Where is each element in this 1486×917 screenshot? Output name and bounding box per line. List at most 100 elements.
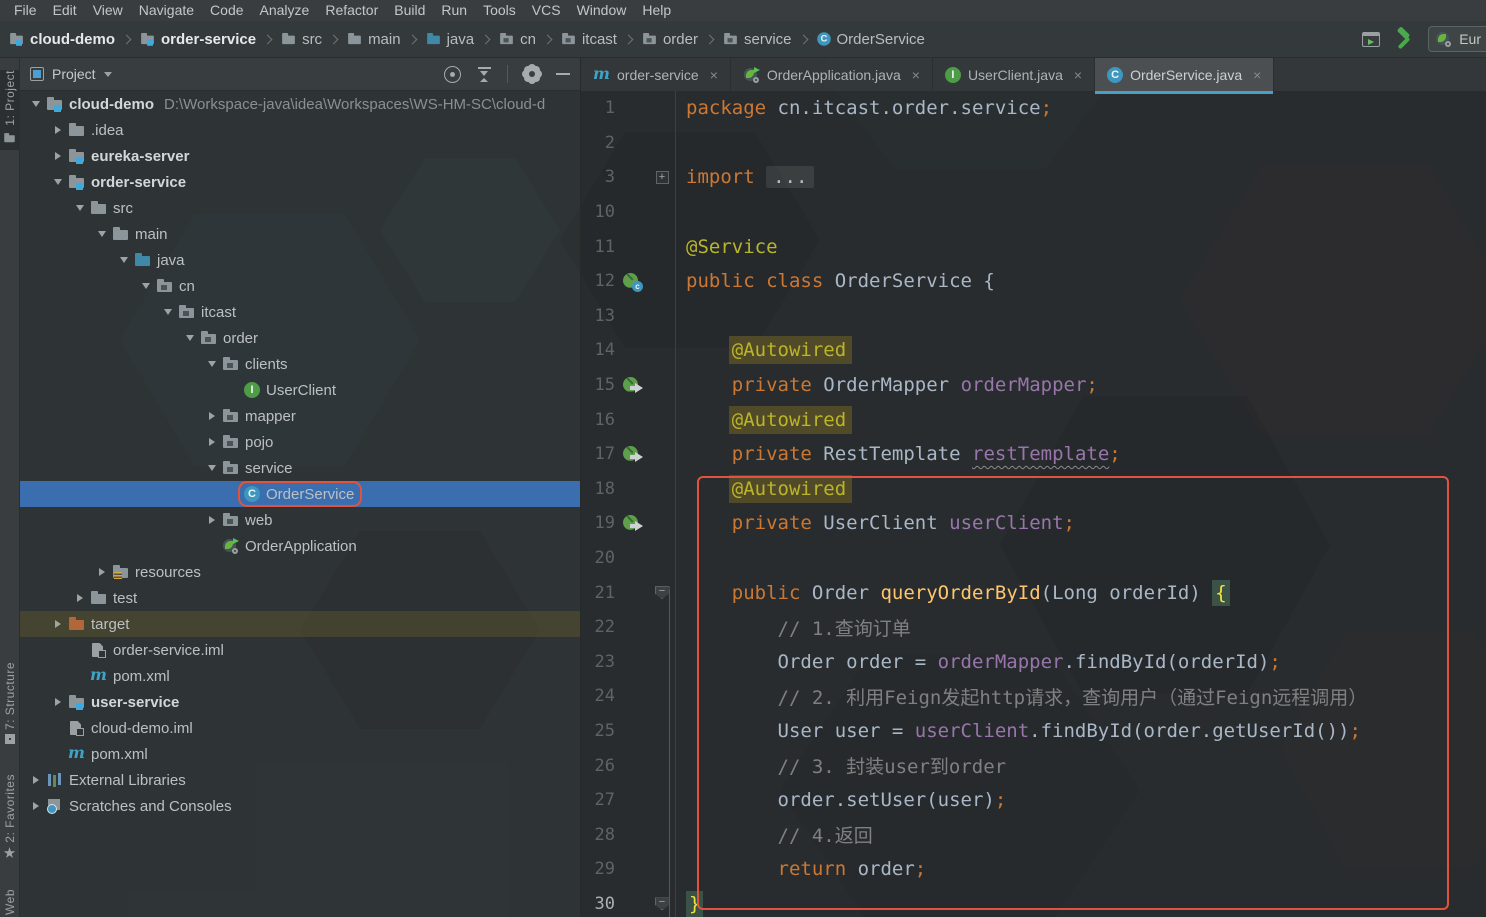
locate-icon[interactable] bbox=[444, 65, 461, 83]
tree-arrow[interactable] bbox=[202, 438, 222, 446]
breadcrumb-item-main[interactable]: main bbox=[346, 31, 401, 48]
autowired-gutter-icon[interactable] bbox=[623, 377, 643, 394]
tree-row-pojo[interactable]: pojo bbox=[20, 429, 580, 455]
tree-row-java[interactable]: java bbox=[20, 247, 580, 273]
tree-row-order-service-iml[interactable]: order-service.iml bbox=[20, 637, 580, 663]
tree-arrow[interactable] bbox=[48, 126, 68, 134]
fold-expand-icon[interactable]: + bbox=[655, 170, 669, 184]
tree-arrow[interactable] bbox=[92, 568, 112, 576]
code-editor[interactable]: 1 package cn.itcast.order.service; 2 3 + impo… bbox=[580, 91, 1486, 917]
tool-button-7-structure[interactable]: 7: Structure bbox=[0, 662, 19, 748]
tree-row-service[interactable]: service bbox=[20, 455, 580, 481]
tab-orderservice-java[interactable]: C OrderService.java × bbox=[1095, 58, 1275, 94]
menu-item-tools[interactable]: Tools bbox=[475, 0, 524, 21]
tree-row-cloud-demo-iml[interactable]: cloud-demo.iml bbox=[20, 715, 580, 741]
collapse-all-icon[interactable] bbox=[477, 66, 493, 82]
breadcrumb-item-order[interactable]: order bbox=[641, 31, 698, 48]
tree-arrow[interactable] bbox=[158, 309, 178, 315]
tree-arrow[interactable] bbox=[48, 620, 68, 628]
breadcrumb-item-orderservice[interactable]: C OrderService bbox=[816, 31, 925, 48]
tree-arrow[interactable] bbox=[26, 802, 46, 810]
menu-item-help[interactable]: Help bbox=[634, 0, 679, 21]
autowired-gutter-icon[interactable] bbox=[623, 515, 643, 532]
tree-arrow[interactable] bbox=[202, 465, 222, 471]
menu-item-navigate[interactable]: Navigate bbox=[131, 0, 202, 21]
tab-userclient-java[interactable]: I UserClient.java × bbox=[933, 58, 1096, 91]
menu-item-window[interactable]: Window bbox=[569, 0, 635, 21]
hide-panel-icon[interactable] bbox=[556, 73, 570, 75]
chevron-down-icon[interactable] bbox=[103, 71, 112, 77]
tree-row-order[interactable]: order bbox=[20, 325, 580, 351]
menu-item-file[interactable]: File bbox=[6, 0, 45, 21]
tree-row-scratches-and-consoles[interactable]: Scratches and Consoles bbox=[20, 793, 580, 819]
tree-arrow[interactable] bbox=[180, 335, 200, 341]
tree-arrow[interactable] bbox=[48, 152, 68, 160]
tree-row-main[interactable]: main bbox=[20, 221, 580, 247]
menu-item-code[interactable]: Code bbox=[202, 0, 251, 21]
tree-arrow[interactable] bbox=[26, 776, 46, 784]
tree-row-clients[interactable]: clients bbox=[20, 351, 580, 377]
tab-orderapplication-java[interactable]: OrderApplication.java × bbox=[731, 58, 933, 91]
fold-collapse-icon[interactable]: − bbox=[654, 897, 670, 911]
tree-row-external-libraries[interactable]: External Libraries bbox=[20, 767, 580, 793]
menu-item-build[interactable]: Build bbox=[386, 0, 433, 21]
tool-button-1-project[interactable]: 1: Project bbox=[0, 70, 19, 150]
menu-item-edit[interactable]: Edit bbox=[45, 0, 85, 21]
breadcrumb-item-src[interactable]: src bbox=[280, 31, 322, 48]
menu-item-vcs[interactable]: VCS bbox=[524, 0, 569, 21]
tool-button-2-favorites[interactable]: 2: Favorites bbox=[0, 774, 19, 863]
tool-button-web[interactable]: Web bbox=[0, 889, 19, 915]
close-icon[interactable]: × bbox=[1253, 67, 1261, 83]
tree-arrow[interactable] bbox=[202, 412, 222, 420]
tree-row-web[interactable]: web bbox=[20, 507, 580, 533]
tree-row-cloud-demo[interactable]: cloud-demo D:\Workspace-java\idea\Workspa… bbox=[20, 91, 580, 117]
tree-row-idea[interactable]: .idea bbox=[20, 117, 580, 143]
tree-row-pom-xml[interactable]: m pom.xml bbox=[20, 663, 580, 689]
tree-row-userclient[interactable]: I UserClient bbox=[20, 377, 580, 403]
menu-item-refactor[interactable]: Refactor bbox=[317, 0, 386, 21]
menu-item-run[interactable]: Run bbox=[433, 0, 475, 21]
close-icon[interactable]: × bbox=[1074, 67, 1082, 83]
gear-icon[interactable] bbox=[524, 66, 540, 82]
breadcrumb-item-cloud-demo[interactable]: cloud-demo bbox=[8, 31, 115, 48]
tree-row-test[interactable]: test bbox=[20, 585, 580, 611]
autowired-gutter-icon[interactable] bbox=[623, 446, 643, 463]
tree-arrow[interactable] bbox=[26, 101, 46, 107]
tree-row-pom-xml[interactable]: m pom.xml bbox=[20, 741, 580, 767]
breadcrumb-item-order-service[interactable]: order-service bbox=[139, 31, 256, 48]
menu-item-analyze[interactable]: Analyze bbox=[252, 0, 318, 21]
tree-arrow[interactable] bbox=[114, 257, 134, 263]
tree-arrow[interactable] bbox=[48, 698, 68, 706]
tab-order-service[interactable]: m order-service × bbox=[581, 58, 731, 91]
tree-row-orderservice[interactable]: C OrderService bbox=[20, 481, 580, 507]
tree-arrow[interactable] bbox=[70, 205, 90, 211]
breadcrumb-item-itcast[interactable]: itcast bbox=[560, 31, 617, 48]
fold-collapse-icon[interactable]: − bbox=[654, 586, 670, 600]
tree-arrow[interactable] bbox=[92, 231, 112, 237]
breadcrumb-item-java[interactable]: java bbox=[425, 31, 474, 48]
build-icon[interactable] bbox=[1394, 29, 1414, 49]
tree-row-src[interactable]: src bbox=[20, 195, 580, 221]
close-icon[interactable]: × bbox=[710, 67, 718, 83]
menu-item-view[interactable]: View bbox=[85, 0, 131, 21]
tree-row-order-service[interactable]: order-service bbox=[20, 169, 580, 195]
tree-row-itcast[interactable]: itcast bbox=[20, 299, 580, 325]
tree-row-orderapplication[interactable]: OrderApplication bbox=[20, 533, 580, 559]
breadcrumb-item-service[interactable]: service bbox=[722, 31, 792, 48]
tree-arrow[interactable] bbox=[202, 361, 222, 367]
tree-row-resources[interactable]: resources bbox=[20, 559, 580, 585]
spring-bean-gutter-icon[interactable]: c bbox=[623, 273, 643, 292]
tree-arrow[interactable] bbox=[136, 283, 156, 289]
tree-row-eureka-server[interactable]: eureka-server bbox=[20, 143, 580, 169]
tree-row-target[interactable]: target bbox=[20, 611, 580, 637]
run-config-selector[interactable]: Eur bbox=[1428, 26, 1486, 52]
run-window-icon[interactable] bbox=[1362, 31, 1381, 47]
tree-row-mapper[interactable]: mapper bbox=[20, 403, 580, 429]
tree-arrow[interactable] bbox=[202, 516, 222, 524]
tree-arrow[interactable] bbox=[48, 179, 68, 185]
tree-row-cn[interactable]: cn bbox=[20, 273, 580, 299]
breadcrumb-item-cn[interactable]: cn bbox=[498, 31, 536, 48]
tree-arrow[interactable] bbox=[70, 594, 90, 602]
tree-row-user-service[interactable]: user-service bbox=[20, 689, 580, 715]
close-icon[interactable]: × bbox=[912, 67, 920, 83]
